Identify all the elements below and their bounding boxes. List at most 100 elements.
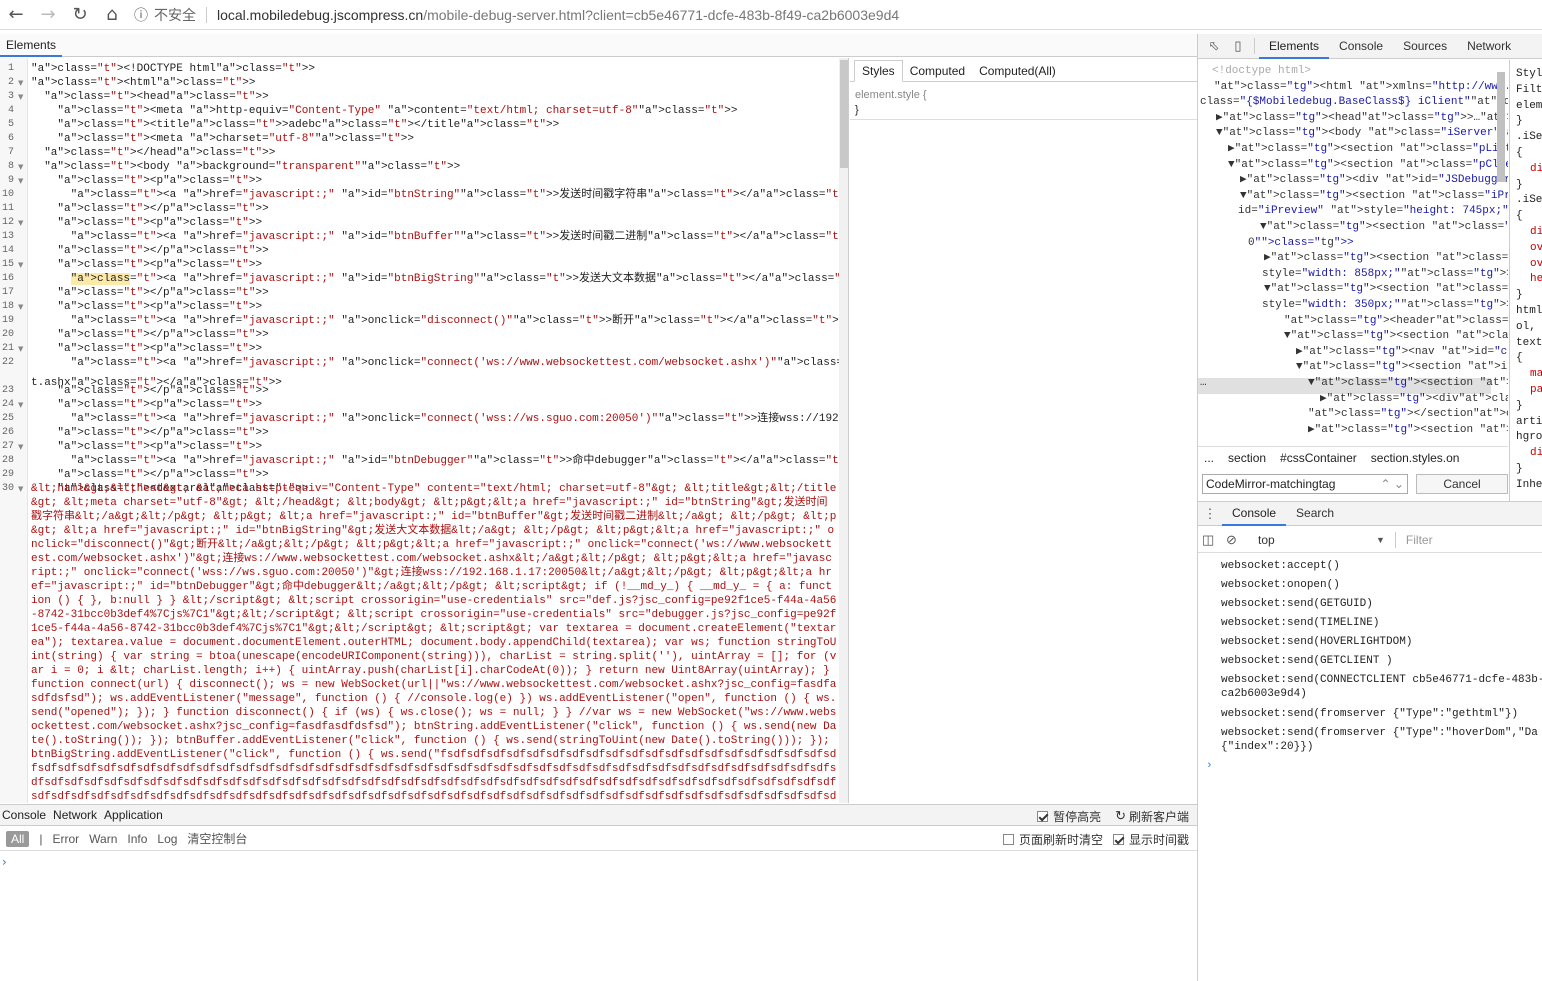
dom-node[interactable]: ▶"at">class="tg"><section "at">class="cu… xyxy=(1308,423,1508,439)
clear-on-refresh-checkbox[interactable] xyxy=(1002,833,1014,845)
reload-icon[interactable]: ↻ xyxy=(64,0,96,30)
dom-node[interactable]: 0"">class="tg">> xyxy=(1248,236,1354,252)
pause-highlight-checkbox[interactable] xyxy=(1037,810,1049,822)
dom-node[interactable]: "at">class="tg"></section"at">class="tg"… xyxy=(1308,407,1508,423)
style-fragment: text xyxy=(1516,336,1542,349)
level-all[interactable]: All xyxy=(6,830,30,847)
dom-node[interactable]: ▼"at">class="tg"><body "at">class="iServ… xyxy=(1216,126,1508,142)
forward-arrow-icon[interactable]: → xyxy=(32,0,64,30)
fold-arrow-icon[interactable]: ▼ xyxy=(18,345,23,353)
tab-styles[interactable]: Styles xyxy=(854,60,903,82)
inspect-icon[interactable]: ⬁ xyxy=(1202,38,1226,54)
console-filter-input[interactable]: Filter xyxy=(1406,533,1433,547)
breadcrumb-section[interactable]: section xyxy=(1228,451,1266,465)
tab-computed[interactable]: Computed xyxy=(903,61,972,81)
dom-scrollbar[interactable] xyxy=(1494,60,1508,445)
dom-more-icon[interactable]: … xyxy=(1200,376,1207,392)
show-timestamp-checkbox[interactable] xyxy=(1112,833,1124,845)
breadcrumb-styles-on[interactable]: section.styles.on xyxy=(1371,451,1460,465)
context-select[interactable]: top xyxy=(1258,533,1376,547)
fold-arrow-icon[interactable]: ▼ xyxy=(18,443,23,451)
find-input[interactable]: CodeMirror-matchingtag ⌃ ⌄ xyxy=(1202,473,1408,494)
refresh-client-button[interactable]: 刷新客户端 xyxy=(1129,808,1189,825)
dom-node[interactable]: ▼"at">class="tg"><section "at">class="iP… xyxy=(1240,189,1508,205)
dom-node[interactable]: ▶"at">class="tg"><section "at">class="pL… xyxy=(1228,142,1508,158)
fold-arrow-icon[interactable]: ▼ xyxy=(18,303,23,311)
dom-node[interactable]: ▼"at">class="tg"><section "at">class="pC… xyxy=(1228,158,1508,174)
style-fragment: ol, xyxy=(1516,320,1536,333)
clear-console-button[interactable]: 清空控制台 xyxy=(187,830,247,847)
cancel-button[interactable]: Cancel xyxy=(1416,473,1508,494)
dom-node[interactable]: ▶"at">class="tg"><head"at">class="tg">>…… xyxy=(1216,111,1508,127)
dom-node[interactable]: ▶"at">class="tg"><section "at">class="iH… xyxy=(1264,251,1508,267)
clear-console-icon[interactable]: ⊘ xyxy=(1226,532,1252,548)
dom-tree[interactable]: <!doctype html> "at">class="tg"><html "at… xyxy=(1198,60,1508,445)
console-prompt[interactable]: › xyxy=(2,855,7,869)
tab-drawer-console[interactable]: Console xyxy=(1222,501,1287,526)
dom-node[interactable]: <!doctype html> xyxy=(1212,64,1311,80)
drawer-menu-icon[interactable]: ⋮ xyxy=(1198,506,1222,522)
breadcrumb-csscontainer[interactable]: #cssContainer xyxy=(1280,451,1357,465)
fold-arrow-icon[interactable]: ▼ xyxy=(18,261,23,269)
level-warn[interactable]: Warn xyxy=(89,832,117,846)
dom-node[interactable]: ▼"at">class="tg"><section "at">class="bo… xyxy=(1260,220,1508,236)
tab-computed-all[interactable]: Computed(All) xyxy=(972,61,1063,81)
dom-node[interactable]: "at">class="tg"><html "at">xmlns="http:/… xyxy=(1214,80,1508,96)
fold-arrow-icon[interactable]: ▼ xyxy=(18,163,23,171)
dom-node[interactable]: ▼"at">class="tg"><section "at">class="iC… xyxy=(1264,282,1508,298)
code-line: "a">class="t"><!DOCTYPE html"a">class="t… xyxy=(31,63,315,75)
level-error[interactable]: Error xyxy=(52,832,79,846)
dom-node[interactable]: ▶"at">class="tg"><div"at">class="tg">>…"… xyxy=(1320,392,1508,408)
dom-node[interactable]: ▶"at">class="tg"><div "at">id="JSDebugge… xyxy=(1240,173,1508,189)
device-toggle-icon[interactable]: ▯ xyxy=(1226,38,1250,54)
tab-separator xyxy=(1254,38,1255,54)
find-bar: CodeMirror-matchingtag ⌃ ⌄ Cancel xyxy=(1198,470,1508,497)
dom-node[interactable]: ▼"at">class="tg"><section "at">class="bo… xyxy=(1284,329,1508,345)
tab-application[interactable]: Application xyxy=(102,808,166,822)
code-editor[interactable]: 1 2 3 4 5 6 7 8 9 10 11 12 13 14 15 16 17 18 19 20 21 22 23 24 2… xyxy=(0,58,849,803)
fold-arrow-icon[interactable]: ▼ xyxy=(18,177,23,185)
tab-network[interactable]: Network xyxy=(51,808,100,822)
home-icon[interactable]: ⌂ xyxy=(96,0,128,30)
dom-node[interactable]: style="width: 350px;""at">class="tg">> xyxy=(1262,298,1508,314)
line-number: 9 xyxy=(7,175,14,186)
dom-scrollbar-thumb[interactable] xyxy=(1497,72,1505,182)
fold-arrow-icon[interactable]: ▼ xyxy=(18,79,23,87)
console-input-prompt[interactable]: › xyxy=(1206,759,1213,773)
tab-devtools-network[interactable]: Network xyxy=(1457,34,1521,59)
fold-arrow-icon[interactable]: ▼ xyxy=(18,401,23,409)
tab-drawer-search[interactable]: Search xyxy=(1286,501,1344,526)
tab-console[interactable]: Console xyxy=(0,808,49,822)
fold-arrow-icon[interactable]: ▼ xyxy=(18,219,23,227)
level-info[interactable]: Info xyxy=(127,832,147,846)
breadcrumb-more[interactable]: ... xyxy=(1204,451,1214,465)
back-arrow-icon[interactable]: ← xyxy=(0,0,32,30)
dom-node[interactable]: class="{$Mobiledebug.BaseClass$} iClient… xyxy=(1200,95,1508,111)
info-icon[interactable]: ⓘ xyxy=(134,5,148,25)
tab-devtools-console[interactable]: Console xyxy=(1329,34,1393,59)
dom-node[interactable]: style="width: 858px;""at">class="tg">>…"… xyxy=(1262,267,1508,283)
dom-node[interactable]: "at">class="tg"><header"at">class="tg">>… xyxy=(1284,314,1508,330)
sidebar-toggle-icon[interactable]: ◫ xyxy=(1202,532,1226,548)
dom-node[interactable]: ▶"at">class="tg"><nav "at">id="cssSelect… xyxy=(1296,345,1508,361)
element-style-rule[interactable]: element.style { } xyxy=(850,82,1197,120)
tab-devtools-sources[interactable]: Sources xyxy=(1393,34,1457,59)
refresh-icon[interactable]: ↻ xyxy=(1115,808,1126,824)
tab-elements[interactable]: Elements xyxy=(0,34,63,57)
code-scrollbar[interactable] xyxy=(839,58,848,803)
chevron-down-icon[interactable]: ▼ xyxy=(1376,535,1385,545)
fold-arrow-icon[interactable]: ▼ xyxy=(18,93,23,101)
url-field[interactable]: local.mobiledebug.jscompress.cn/mobile-d… xyxy=(217,7,899,23)
dom-node[interactable]: ▼"at">class="tg"><section "at">class="st… xyxy=(1308,376,1508,392)
find-nav-icon[interactable]: ⌃ ⌄ xyxy=(1381,475,1404,493)
line-number: 2 xyxy=(7,77,14,88)
tab-devtools-elements[interactable]: Elements xyxy=(1259,34,1330,59)
code-scrollbar-thumb[interactable] xyxy=(840,60,848,168)
level-log[interactable]: Log xyxy=(157,832,177,846)
log-entry: websocket:send(CONNECTCLIENT cb5e46771-d… xyxy=(1221,674,1542,700)
dom-node[interactable]: ▼"at">class="tg"><section "at">id="cssCo… xyxy=(1296,360,1508,376)
line-number: 12 xyxy=(1,217,14,228)
find-value: CodeMirror-matchingtag xyxy=(1206,476,1336,491)
dom-node[interactable]: id="iPreview" "at">style="height: 745px;… xyxy=(1238,204,1508,220)
fold-arrow-icon[interactable]: ▼ xyxy=(18,485,23,493)
